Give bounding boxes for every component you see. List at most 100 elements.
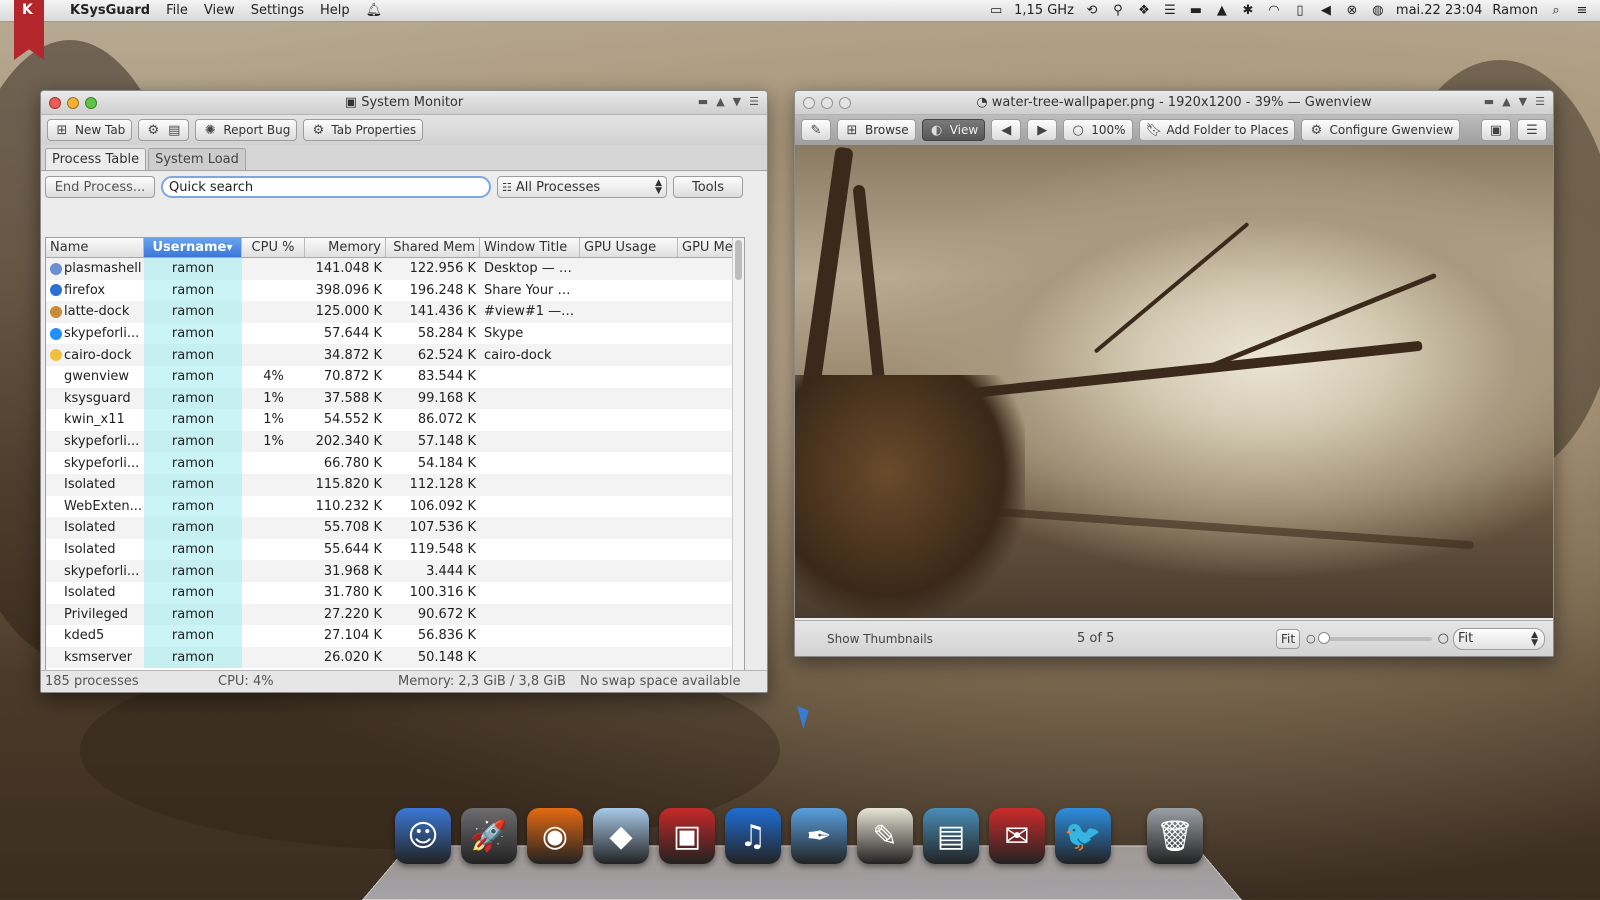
clock[interactable]: mai.22 23:04: [1396, 3, 1483, 18]
menu-settings[interactable]: Settings: [243, 3, 312, 18]
tab-process-table[interactable]: Process Table: [45, 148, 146, 170]
table-row[interactable]: Isolated ramon 55.708 K 107.536 K: [46, 517, 744, 539]
app-mark-icon[interactable]: K: [14, 0, 44, 60]
column-gpu-mem[interactable]: GPU Mem: [678, 238, 734, 257]
table-row[interactable]: latte-dock ramon 125.000 K 141.436 K #view#1…: [46, 301, 744, 323]
mail-icon[interactable]: ✉: [989, 808, 1045, 864]
menu-list-icon[interactable]: ≡: [1574, 4, 1590, 18]
configure-gwenview-button[interactable]: ⚙ Configure Gwenview: [1301, 119, 1460, 141]
table-row[interactable]: skypeforli... ramon 31.968 K 3.444 K: [46, 560, 744, 582]
maximize-icon[interactable]: ▲: [1502, 95, 1510, 108]
table-row[interactable]: kded5 ramon 27.104 K 56.836 K: [46, 625, 744, 647]
tools-button[interactable]: Tools: [673, 176, 743, 198]
terminal-icon[interactable]: ▭: [988, 4, 1004, 18]
minimize-button[interactable]: [821, 97, 833, 109]
list-icon[interactable]: ☰: [1162, 4, 1178, 18]
tab-properties-button[interactable]: ⚙ Tab Properties: [303, 119, 423, 141]
sysmon-titlebar[interactable]: ▣ System Monitor ▬ ▲ ▼ ☰: [41, 91, 767, 115]
menu-button[interactable]: ☰: [1517, 119, 1547, 141]
dropbox-icon[interactable]: ❖: [1136, 4, 1152, 18]
sketch-icon[interactable]: ◆: [593, 808, 649, 864]
browse-button[interactable]: ⊞ Browse: [837, 119, 916, 141]
table-row[interactable]: skypeforli... ramon 66.780 K 54.184 K: [46, 452, 744, 474]
report-bug-button[interactable]: ✺ Report Bug: [195, 119, 297, 141]
column-cpu[interactable]: CPU %: [242, 238, 305, 257]
firefox-icon[interactable]: ◉: [527, 808, 583, 864]
time-machine-icon[interactable]: ⟲: [1084, 4, 1100, 18]
fit-button[interactable]: Fit: [1276, 629, 1300, 649]
pin-icon[interactable]: ⚲: [1110, 4, 1126, 18]
zoom-slider-handle[interactable]: [1318, 632, 1330, 644]
quill-icon[interactable]: ✒: [791, 808, 847, 864]
zoom-button[interactable]: [839, 97, 851, 109]
zoom-select[interactable]: Fit ▲ ▼: [1453, 628, 1545, 650]
textedit-icon[interactable]: ✎: [857, 808, 913, 864]
twitter-bird-icon[interactable]: 🐦: [1055, 808, 1111, 864]
table-row[interactable]: plasmashell ramon 141.048 K 122.956 K Deskto…: [46, 258, 744, 280]
shade-icon[interactable]: ▼: [1519, 95, 1527, 108]
end-process-button[interactable]: End Process...: [45, 176, 155, 198]
previous-button[interactable]: ◀: [991, 119, 1021, 141]
tab-system-load[interactable]: System Load: [148, 148, 246, 170]
show-thumbnails-button[interactable]: Show Thumbnails: [827, 632, 1077, 646]
volume-icon[interactable]: ◀: [1318, 4, 1334, 18]
menu-help[interactable]: Help: [312, 3, 358, 18]
table-row[interactable]: Isolated ramon 55.644 K 119.548 K: [46, 539, 744, 561]
close-button[interactable]: [803, 97, 815, 109]
next-button[interactable]: ▶: [1027, 119, 1057, 141]
maximize-icon[interactable]: ▲: [716, 95, 724, 108]
close-button[interactable]: [49, 97, 61, 109]
settings-button[interactable]: ⚙ ▤: [138, 119, 189, 141]
column-username[interactable]: Username ▼: [144, 238, 242, 257]
window-menu-icon[interactable]: ☰: [749, 95, 759, 108]
chat-icon[interactable]: ◍: [1370, 4, 1386, 18]
launchpad-icon[interactable]: 🚀: [461, 808, 517, 864]
table-row[interactable]: skypeforli... ramon 1% 202.340 K 57.148 K: [46, 431, 744, 453]
table-row[interactable]: Isolated ramon 115.820 K 112.128 K: [46, 474, 744, 496]
finder-icon[interactable]: ☺: [395, 808, 451, 864]
cpu-frequency[interactable]: 1,15 GHz: [1014, 3, 1074, 18]
table-row[interactable]: firefox ramon 398.096 K 196.248 K Share Your…: [46, 280, 744, 302]
wifi-icon[interactable]: ◠: [1266, 4, 1282, 18]
table-row[interactable]: ksysguard ramon 1% 37.588 K 99.168 K: [46, 388, 744, 410]
table-row[interactable]: skypeforli... ramon 57.644 K 58.284 K Skype: [46, 323, 744, 345]
column-name[interactable]: Name: [46, 238, 144, 257]
table-row[interactable]: WebExten... ramon 110.232 K 106.092 K: [46, 496, 744, 518]
process-filter-select[interactable]: ☷ All Processes ▲ ▼: [497, 176, 667, 198]
process-table[interactable]: Name Username ▼ CPU % Memory Shared Mem W…: [45, 237, 745, 684]
zoom-button[interactable]: [85, 97, 97, 109]
iphoto-icon[interactable]: ▤: [923, 808, 979, 864]
vertical-scroll-thumb[interactable]: [735, 240, 742, 280]
gwenview-titlebar[interactable]: ◔ water-tree-wallpaper.png - 1920x1200 -…: [795, 91, 1553, 115]
fullscreen-button[interactable]: ▣: [1481, 119, 1511, 141]
search-icon[interactable]: ⌕: [1548, 4, 1564, 18]
view-button[interactable]: ◐ View: [922, 119, 985, 141]
menu-view[interactable]: View: [196, 3, 243, 18]
box-app-icon[interactable]: ▣: [659, 808, 715, 864]
add-folder-to-places-button[interactable]: 🔖︎ Add Folder to Places: [1139, 119, 1296, 141]
vertical-scrollbar[interactable]: [732, 238, 744, 683]
table-row[interactable]: Isolated ramon 31.780 K 100.316 K: [46, 582, 744, 604]
table-row[interactable]: ksmserver ramon 26.020 K 50.148 K: [46, 647, 744, 669]
zoom-out-icon[interactable]: ○: [1306, 632, 1316, 645]
table-row[interactable]: gwenview ramon 4% 70.872 K 83.544 K: [46, 366, 744, 388]
table-row[interactable]: cairo-dock ramon 34.872 K 62.524 K cairo-doc…: [46, 344, 744, 366]
zoom-slider[interactable]: [1322, 637, 1432, 641]
table-row[interactable]: Privileged ramon 27.220 K 90.672 K: [46, 604, 744, 626]
image-viewer[interactable]: [795, 145, 1553, 618]
menu-file[interactable]: File: [158, 3, 196, 18]
edit-tools-button[interactable]: ✎: [801, 119, 831, 141]
minimize-button[interactable]: [67, 97, 79, 109]
bluetooth-icon[interactable]: ✱: [1240, 4, 1256, 18]
new-tab-button[interactable]: ⊞ New Tab: [47, 119, 132, 141]
minimize-icon[interactable]: ▬: [698, 95, 708, 108]
zoom-100-button[interactable]: ○ 100%: [1063, 119, 1132, 141]
column-shared-mem[interactable]: Shared Mem: [386, 238, 480, 257]
airplay-icon[interactable]: ▲: [1214, 4, 1230, 18]
window-menu-icon[interactable]: ☰: [1535, 95, 1545, 108]
itunes-icon[interactable]: ♫: [725, 808, 781, 864]
table-row[interactable]: kwin_x11 ramon 1% 54.552 K 86.072 K: [46, 409, 744, 431]
user-name[interactable]: Ramon: [1492, 3, 1538, 18]
bell-icon[interactable]: 🔔︎: [358, 3, 391, 18]
minimize-icon[interactable]: ▬: [1484, 95, 1494, 108]
